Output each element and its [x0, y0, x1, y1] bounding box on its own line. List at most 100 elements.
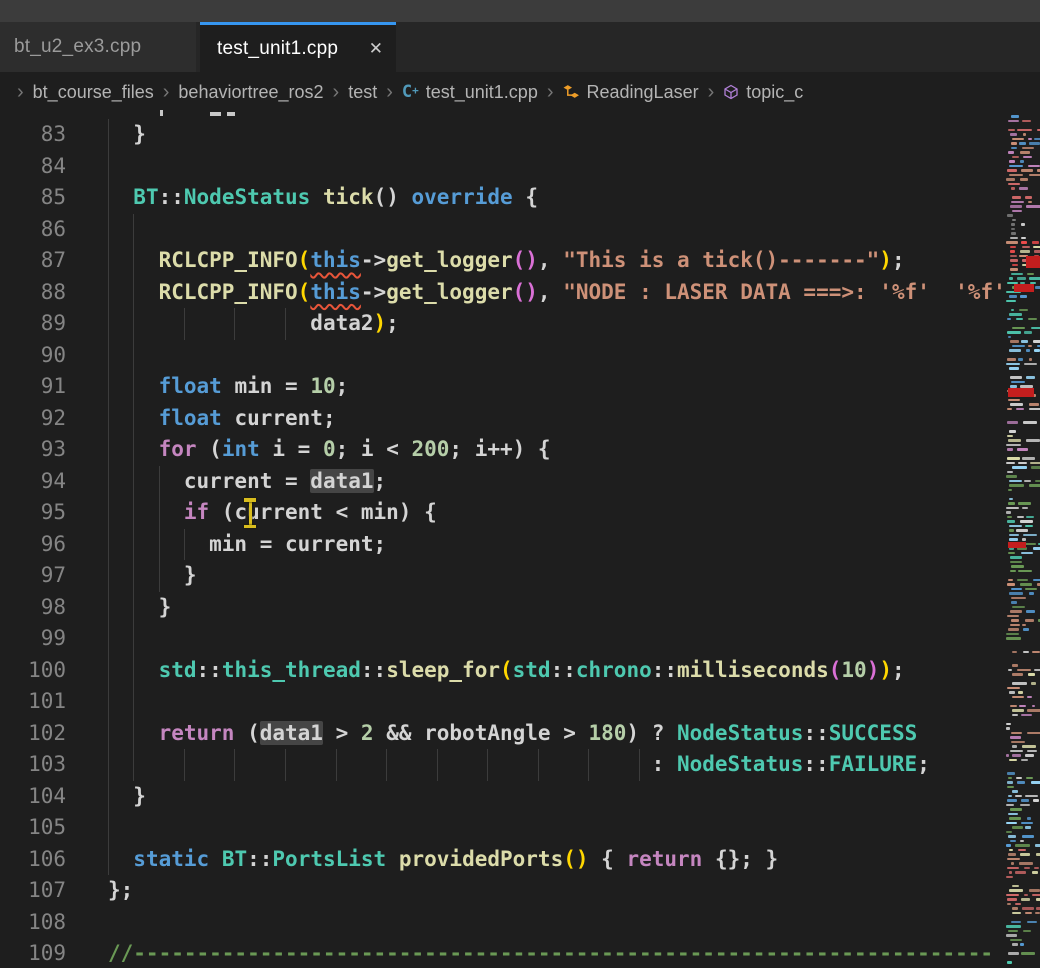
line-number: 90 — [0, 340, 66, 372]
minimap-code-mark — [1029, 142, 1040, 145]
code-text: : NodeStatus::FAILURE; — [108, 749, 930, 781]
minimap-code-mark — [1033, 547, 1040, 550]
minimap-code-mark — [1031, 466, 1040, 469]
breadcrumb-label: test — [348, 82, 377, 103]
line-number: 93 — [0, 434, 66, 466]
minimap-code-mark — [1012, 210, 1022, 213]
minimap-code-mark — [1033, 579, 1040, 582]
minimap-code-mark — [1008, 552, 1015, 555]
code-line: 88 RCLCPP_INFO(this->get_logger(), "NODE… — [0, 277, 1006, 309]
code-line: 87 RCLCPP_INFO(this->get_logger(), "This… — [0, 245, 1006, 277]
close-icon[interactable]: ✕ — [369, 39, 383, 59]
minimap-code-mark — [1025, 619, 1035, 622]
minimap-code-mark — [1025, 826, 1031, 829]
minimap-code-mark — [1025, 912, 1032, 915]
minimap-code-mark — [1011, 741, 1025, 744]
minimap-code-mark — [1009, 430, 1016, 433]
minimap-code-mark — [1011, 565, 1024, 568]
minimap-code-mark — [1007, 471, 1013, 474]
line-number: 102 — [0, 718, 66, 750]
minimap-code-mark — [1006, 822, 1017, 825]
minimap-code-mark — [1021, 799, 1029, 802]
minimap-code-mark — [1018, 462, 1027, 465]
minimap-code-mark — [1033, 246, 1040, 249]
minimap-code-mark — [1012, 826, 1023, 829]
minimap-code-mark — [1012, 264, 1018, 267]
minimap-code-mark — [1025, 754, 1035, 757]
minimap-code-mark — [1007, 615, 1019, 618]
minimap-code-mark — [1021, 237, 1026, 240]
text-cursor-ibeam — [249, 500, 252, 526]
minimap-code-mark — [1008, 669, 1012, 672]
minimap-code-mark — [1016, 408, 1024, 411]
minimap-code-mark — [1032, 651, 1040, 654]
tab-test-unit1-cpp[interactable]: test_unit1.cpp ✕ — [200, 22, 396, 72]
breadcrumb-item[interactable]: topic_c — [723, 82, 803, 103]
minimap-code-mark — [1010, 556, 1022, 559]
minimap-code-mark — [1032, 241, 1039, 244]
breadcrumb-item[interactable]: C+test_unit1.cpp — [402, 82, 538, 103]
minimap-code-mark — [1009, 498, 1013, 501]
minimap-code-mark — [1011, 732, 1022, 735]
minimap-code-mark — [1020, 583, 1033, 586]
minimap-code-mark — [1011, 147, 1017, 150]
minimap-code-mark — [1009, 592, 1023, 595]
chevron-right-icon: › — [708, 82, 715, 102]
minimap-code-mark — [1012, 327, 1025, 330]
code-text: } — [108, 781, 146, 813]
minimap-code-mark — [1036, 907, 1040, 910]
minimap-code-mark — [1007, 435, 1013, 438]
glyph-fragment — [227, 112, 235, 116]
minimap-code-mark — [1009, 691, 1015, 694]
minimap-code-mark — [1009, 174, 1023, 177]
minimap-code-mark — [1022, 246, 1030, 249]
tab-bt-u2-ex3-cpp[interactable]: bt_u2_ex3.cpp — [0, 22, 196, 72]
minimap-code-mark — [1007, 799, 1017, 802]
code-line: 99 — [0, 623, 1006, 655]
minimap-code-mark — [1010, 808, 1022, 811]
minimap-code-mark — [1009, 525, 1022, 528]
minimap-code-mark — [1021, 822, 1033, 825]
minimap-code-mark — [1021, 898, 1031, 901]
minimap-code-mark — [1033, 799, 1039, 802]
minimap-code-mark — [1007, 214, 1013, 217]
minimap-code-mark — [1016, 529, 1027, 532]
minimap-code-mark — [1008, 151, 1014, 154]
minimap-code-mark — [1008, 336, 1011, 339]
breadcrumb-item[interactable]: test — [348, 82, 377, 103]
minimap-code-mark — [1023, 651, 1029, 654]
code-line: 103 : NodeStatus::FAILURE; — [0, 749, 1006, 781]
minimap-code-mark — [1009, 871, 1012, 874]
line-number: 85 — [0, 182, 66, 214]
minimap-code-mark — [1027, 273, 1034, 276]
breadcrumb-item[interactable]: bt_course_files — [33, 82, 154, 103]
minimap[interactable] — [1006, 112, 1040, 968]
line-number: 94 — [0, 466, 66, 498]
code-line: 92 float current; — [0, 403, 1006, 435]
minimap-code-mark — [1017, 129, 1032, 132]
title-bar — [0, 0, 1040, 22]
code-editor[interactable]: 83 }8485 BT::NodeStatus tick() override … — [0, 112, 1006, 968]
minimap-code-mark — [1023, 156, 1032, 159]
minimap-error-mark — [1014, 284, 1034, 292]
vscode-window: bt_u2_ex3.cpp test_unit1.cpp ✕ › bt_cours… — [0, 0, 1040, 968]
line-number: 100 — [0, 655, 66, 687]
cpp-file-icon: C+ — [402, 82, 419, 102]
code-line: 104 } — [0, 781, 1006, 813]
code-text: static BT::PortsList providedPorts() { r… — [108, 844, 778, 876]
minimap-code-mark — [1008, 628, 1019, 631]
breadcrumb-item[interactable]: behaviortree_ros2 — [178, 82, 323, 103]
minimap-code-mark — [1006, 876, 1013, 879]
minimap-code-mark — [1024, 363, 1037, 366]
code-line: 83 } — [0, 119, 1006, 151]
minimap-code-mark — [1018, 502, 1030, 505]
minimap-code-mark — [1021, 552, 1033, 555]
minimap-code-mark — [1034, 250, 1040, 253]
minimap-code-mark — [1034, 349, 1040, 352]
breadcrumb-item[interactable]: ReadingLaser — [563, 82, 699, 103]
minimap-code-mark — [1017, 669, 1030, 672]
minimap-code-mark — [1023, 133, 1026, 136]
minimap-code-mark — [1020, 250, 1030, 253]
minimap-code-mark — [1019, 862, 1033, 865]
minimap-code-mark — [1021, 952, 1035, 955]
